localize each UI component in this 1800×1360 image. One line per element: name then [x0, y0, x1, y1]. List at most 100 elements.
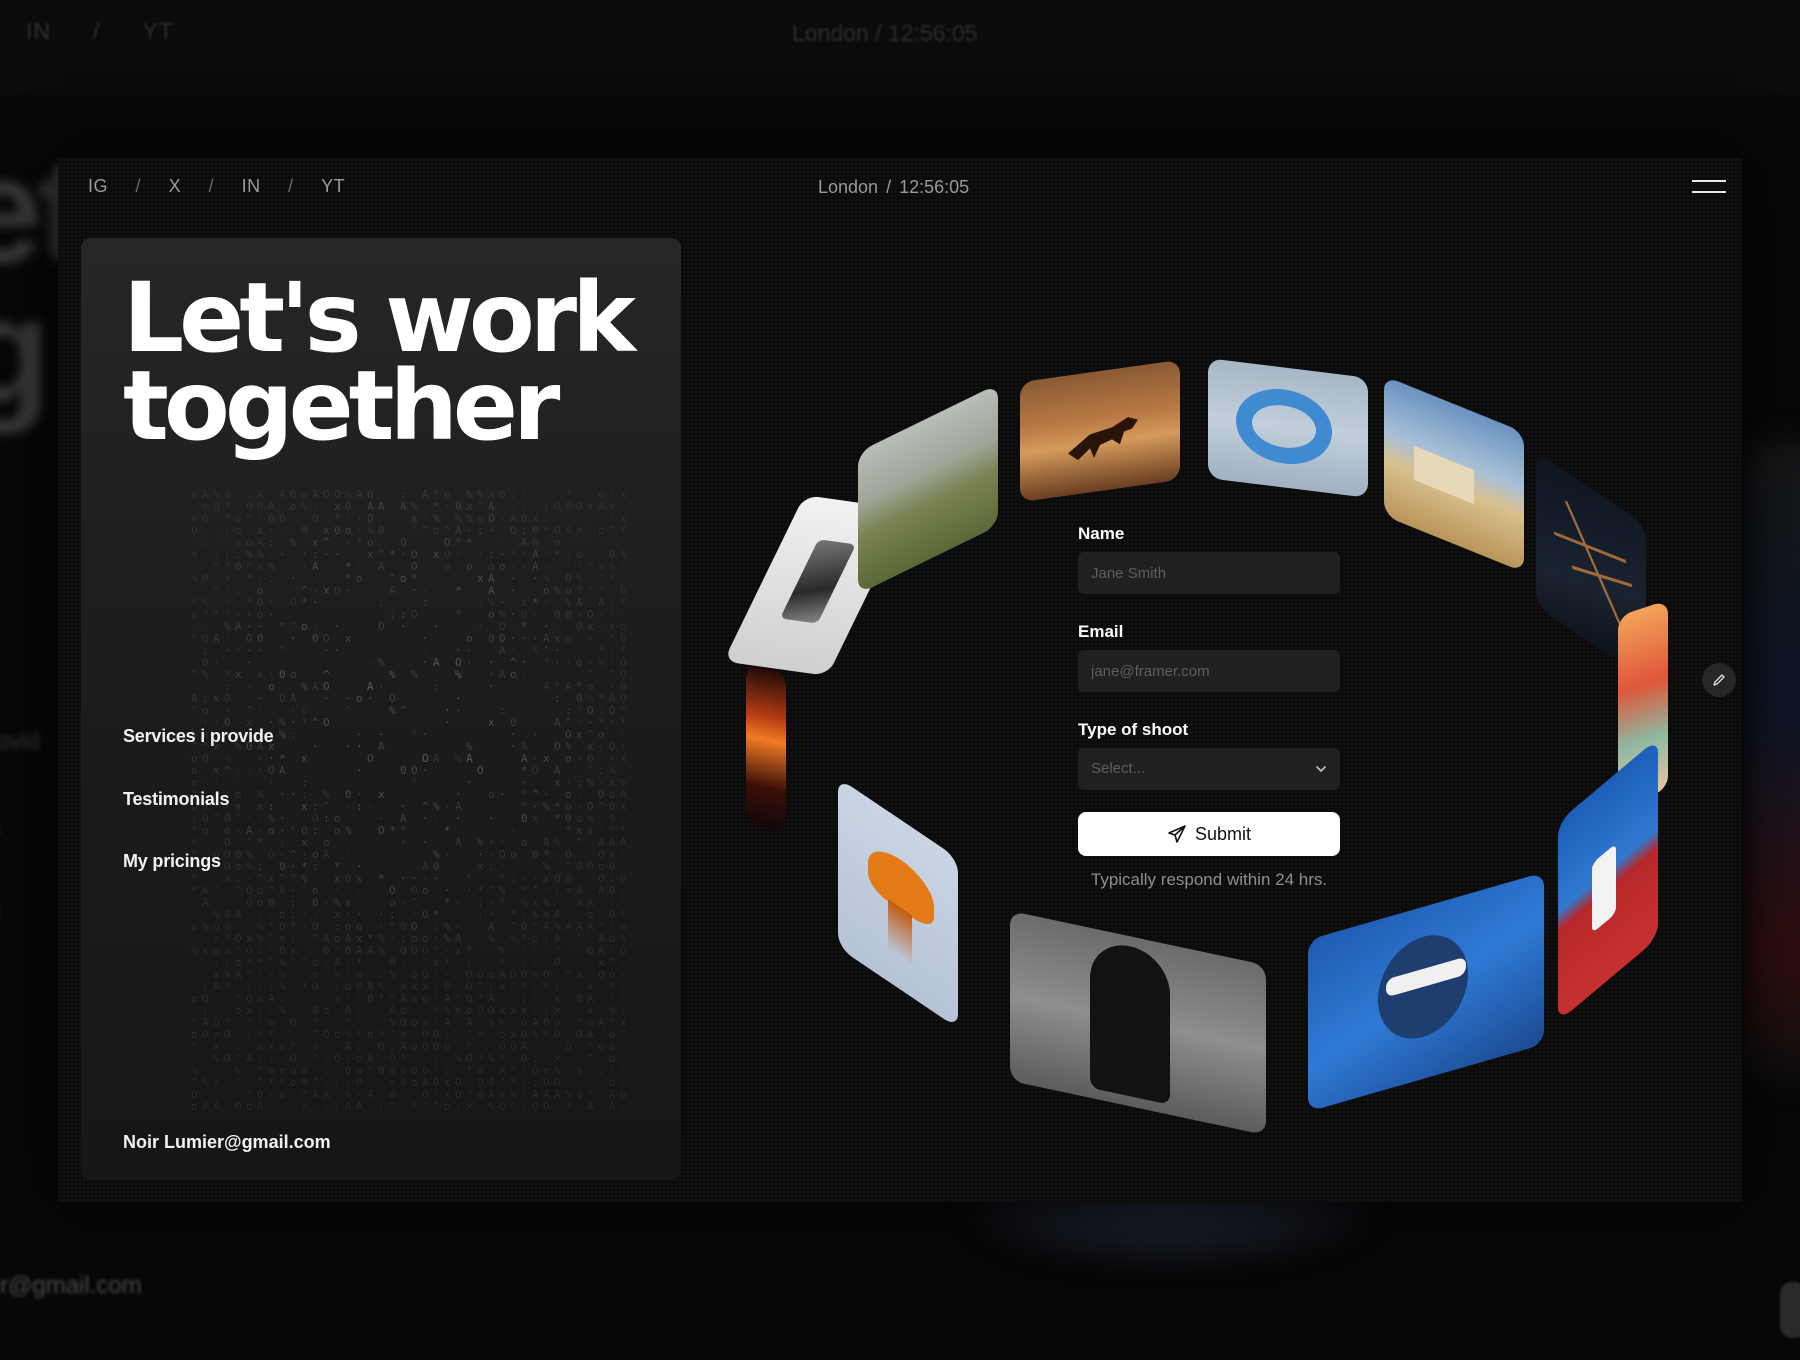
submit-button[interactable]: Submit	[1078, 812, 1340, 856]
ascii-glyph: :	[554, 980, 561, 993]
ascii-glyph: x	[609, 500, 616, 513]
ascii-glyph: A	[312, 1088, 319, 1101]
ascii-glyph: A	[235, 620, 242, 633]
ascii-glyph: o	[301, 620, 308, 633]
ascii-glyph: ·	[235, 980, 242, 993]
ascii-glyph: *	[444, 896, 451, 909]
ascii-glyph: O	[532, 1100, 539, 1113]
ascii-glyph: O	[290, 596, 297, 609]
ascii-glyph: ^	[246, 704, 253, 717]
ascii-glyph: ·	[213, 596, 220, 609]
ascii-glyph: ·	[191, 560, 198, 573]
ascii-glyph: ·	[334, 644, 341, 657]
photo-card-jellyfish[interactable]	[838, 777, 958, 1029]
nav-testimonials-link[interactable]: Testimonials	[123, 789, 229, 810]
social-separator: /	[288, 176, 294, 196]
ascii-glyph: A	[345, 1100, 352, 1113]
ascii-glyph: %	[444, 932, 451, 945]
ascii-glyph: ·	[565, 512, 572, 525]
background-gallery-edge	[1740, 440, 1800, 1080]
ascii-glyph: ·	[268, 752, 275, 765]
ascii-glyph: A	[422, 1076, 429, 1089]
nav-pricings-link[interactable]: My pricings	[123, 851, 221, 872]
ascii-glyph: ·	[224, 596, 231, 609]
ascii-glyph: ·	[213, 644, 220, 657]
photo-card-sunglasses-portrait[interactable]	[1308, 872, 1544, 1112]
ascii-glyph: ·	[246, 872, 253, 885]
ascii-glyph: ·	[477, 872, 484, 885]
ascii-glyph: o	[334, 1028, 341, 1041]
ascii-glyph: 0	[576, 692, 583, 705]
ascii-glyph: ·	[521, 632, 528, 645]
email-input[interactable]	[1078, 650, 1340, 692]
ascii-glyph: *	[191, 1040, 198, 1053]
ascii-glyph: ·	[213, 704, 220, 717]
ascii-glyph: ·	[235, 596, 242, 609]
nav-services-link[interactable]: Services i provide	[123, 726, 274, 747]
ascii-glyph: x	[301, 836, 308, 849]
photo-card-hillside[interactable]	[858, 383, 998, 595]
photo-card-desert-building[interactable]	[1384, 375, 1524, 573]
ascii-glyph: ·	[609, 1064, 616, 1077]
ascii-glyph: A	[334, 956, 341, 969]
ascii-glyph: ·	[279, 500, 286, 513]
ascii-glyph: ·	[378, 1016, 385, 1029]
ascii-glyph: %	[279, 728, 286, 741]
photo-card-silhouette[interactable]	[1010, 910, 1266, 1136]
ascii-glyph: O	[543, 1100, 550, 1113]
ascii-glyph: x	[224, 944, 231, 957]
ascii-glyph: ^	[499, 1076, 506, 1089]
ascii-glyph: 0	[312, 1004, 319, 1017]
ascii-glyph: 0	[499, 632, 506, 645]
ascii-glyph: A	[521, 536, 528, 549]
photo-card-float-ring[interactable]	[1208, 358, 1368, 498]
ascii-glyph: 0	[411, 884, 418, 897]
social-link-linkedin[interactable]: IN	[242, 176, 261, 197]
ascii-glyph: ·	[301, 1028, 308, 1041]
social-link-instagram[interactable]: IG	[88, 176, 108, 197]
ascii-glyph: 0	[301, 1064, 308, 1077]
ascii-glyph: ·	[466, 884, 473, 897]
contact-email-link[interactable]: Noir Lumier@gmail.com	[123, 1132, 331, 1153]
ascii-glyph: 0	[257, 632, 264, 645]
ascii-glyph: ·	[609, 944, 616, 957]
ascii-glyph: o	[598, 860, 605, 873]
ascii-glyph: :	[543, 500, 550, 513]
ascii-glyph: ^	[301, 584, 308, 597]
ascii-glyph: ·	[400, 1088, 407, 1101]
ascii-glyph: %	[378, 980, 385, 993]
ascii-glyph: o	[356, 692, 363, 705]
ascii-glyph: o	[466, 560, 473, 573]
ascii-glyph: %	[235, 1064, 242, 1077]
ascii-glyph: %	[466, 512, 473, 525]
ascii-glyph: x	[356, 932, 363, 945]
ascii-glyph: :	[455, 1100, 462, 1113]
ascii-glyph: ·	[444, 800, 451, 813]
ascii-glyph: %	[301, 872, 308, 885]
shoot-type-select[interactable]: Select...	[1078, 748, 1340, 790]
photo-card-horse[interactable]	[1020, 359, 1180, 503]
edit-button[interactable]	[1702, 663, 1736, 697]
ascii-glyph: O	[422, 752, 429, 765]
social-link-x[interactable]: X	[169, 176, 182, 197]
menu-icon[interactable]	[1692, 180, 1726, 196]
photo-card-fire[interactable]	[746, 663, 786, 833]
ascii-glyph: ·	[422, 764, 429, 777]
social-link-youtube[interactable]: YT	[321, 176, 345, 197]
ascii-glyph: ·	[191, 620, 198, 633]
name-input[interactable]	[1078, 552, 1340, 594]
ascii-glyph: x	[422, 1016, 429, 1029]
ascii-glyph: :	[268, 800, 275, 813]
ascii-glyph: ·	[378, 800, 385, 813]
ascii-glyph: %	[609, 1004, 616, 1017]
ascii-glyph: o	[411, 1040, 418, 1053]
ascii-glyph: O	[422, 968, 429, 981]
ascii-glyph: ·	[224, 1076, 231, 1089]
ascii-glyph: :	[202, 692, 209, 705]
ascii-glyph: 0	[257, 500, 264, 513]
ascii-glyph: 0	[367, 992, 374, 1005]
ascii-glyph: ^	[587, 584, 594, 597]
ascii-glyph: *	[257, 1028, 264, 1041]
photo-card-red-blue-figure[interactable]	[1558, 738, 1658, 1022]
ascii-glyph: ·	[290, 992, 297, 1005]
